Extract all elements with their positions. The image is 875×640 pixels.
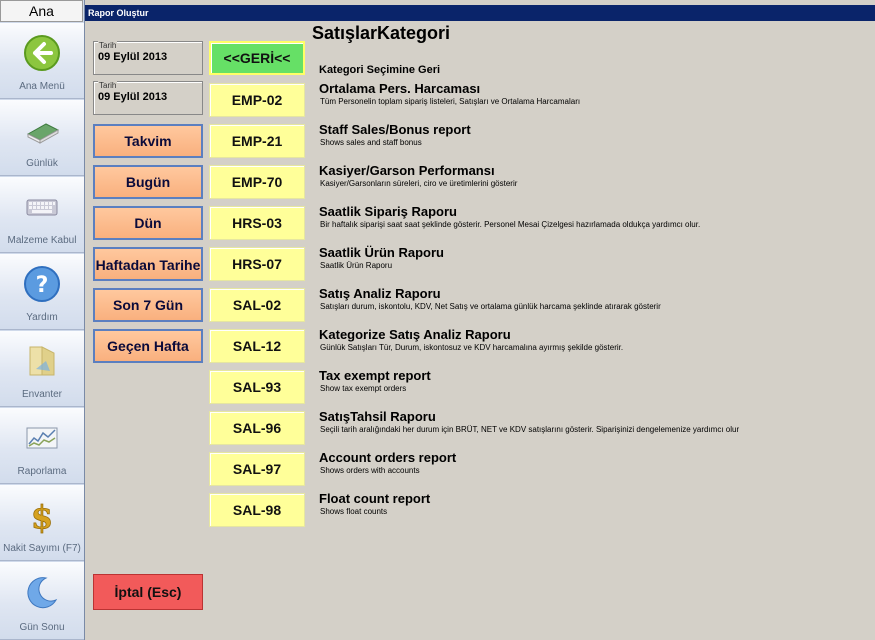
- report-button-sal-98[interactable]: SAL-98: [209, 493, 305, 527]
- help-icon: ?: [24, 266, 60, 302]
- nav-label: Yardım: [26, 312, 58, 323]
- report-title: Float count report: [319, 491, 431, 506]
- back-arrow-icon: [24, 35, 60, 71]
- report-button-sal-02[interactable]: SAL-02: [209, 288, 305, 322]
- end-date-field[interactable]: Tarih 09 Eylül 2013: [93, 81, 203, 115]
- report-description: Günlük Satışları Tür, Durum, iskontosuz …: [320, 343, 624, 352]
- report-button-hrs-03[interactable]: HRS-03: [209, 206, 305, 240]
- nav-help-button[interactable]: ? Yardım: [0, 254, 84, 330]
- report-description: Seçili tarih aralığındaki her durum için…: [320, 425, 740, 434]
- week-to-date-button[interactable]: Haftadan Tarihe: [93, 247, 203, 281]
- window-title: Rapor Oluştur: [85, 5, 875, 21]
- book-icon: [26, 123, 60, 144]
- report-description: Shows float counts: [320, 507, 388, 516]
- report-title: SatışTahsil Raporu: [319, 409, 436, 424]
- nav-label: Ana Menü: [19, 81, 65, 92]
- yesterday-button[interactable]: Dün: [93, 206, 203, 240]
- end-date-label: Tarih: [98, 81, 118, 90]
- nav-label: Malzeme Kabul: [7, 235, 77, 246]
- nav-reporting-button[interactable]: Raporlama: [0, 408, 84, 484]
- folder-icon: [29, 346, 55, 376]
- end-date-value: 09 Eylül 2013: [98, 91, 168, 103]
- page-title: SatışlarKategori: [312, 23, 451, 43]
- report-button-sal-93[interactable]: SAL-93: [209, 370, 305, 404]
- nav-cash-count-button[interactable]: $ Nakit Sayımı (F7): [0, 485, 84, 561]
- report-button-emp-02[interactable]: EMP-02: [209, 83, 305, 117]
- report-title: Account orders report: [319, 450, 457, 465]
- start-date-field[interactable]: Tarih 09 Eylül 2013: [93, 41, 203, 75]
- last-7-days-button[interactable]: Son 7 Gün: [93, 288, 203, 322]
- nav-daily-button[interactable]: Günlük: [0, 100, 84, 176]
- nav-inventory-button[interactable]: Envanter: [0, 331, 84, 407]
- left-navigation: Ana Ana Menü Günlük Malzeme Kabul ? Yard…: [0, 0, 85, 640]
- report-button-sal-96[interactable]: SAL-96: [209, 411, 305, 445]
- report-description: Show tax exempt orders: [320, 384, 407, 393]
- report-button-sal-12[interactable]: SAL-12: [209, 329, 305, 363]
- report-title: Kasiyer/Garson Performansı: [319, 163, 495, 178]
- report-title: Kategorize Satış Analiz Raporu: [319, 327, 511, 342]
- report-description: Satışları durum, iskontolu, KDV, Net Sat…: [320, 302, 661, 311]
- report-title: Staff Sales/Bonus report: [319, 122, 471, 137]
- report-description: Tüm Personelin toplam sipariş listeleri,…: [320, 97, 581, 106]
- report-title: Saatlik Sipariş Raporu: [319, 204, 457, 219]
- nav-title: Ana: [0, 0, 83, 22]
- last-week-button[interactable]: Geçen Hafta: [93, 329, 203, 363]
- report-button-sal-97[interactable]: SAL-97: [209, 452, 305, 486]
- report-description: Kasiyer/Garsonların süreleri, ciro ve ür…: [320, 179, 518, 188]
- nav-goods-receipt-button[interactable]: Malzeme Kabul: [0, 177, 84, 253]
- report-button-hrs-07[interactable]: HRS-07: [209, 247, 305, 281]
- cancel-button[interactable]: İptal (Esc): [93, 574, 203, 610]
- dollar-icon: $: [30, 498, 53, 535]
- today-button[interactable]: Bugün: [93, 165, 203, 199]
- nav-label: Envanter: [21, 389, 63, 400]
- report-button-emp-70[interactable]: EMP-70: [209, 165, 305, 199]
- back-to-category-label: Kategori Seçimine Geri: [319, 64, 441, 76]
- report-title: Ortalama Pers. Harcaması: [319, 81, 481, 96]
- report-window: Rapor Oluştur Tarih 09 Eylül 2013 Tarih …: [85, 5, 875, 640]
- report-button-emp-21[interactable]: EMP-21: [209, 124, 305, 158]
- nav-label: Günlük: [26, 158, 58, 169]
- nav-label: Raporlama: [17, 466, 67, 477]
- back-button[interactable]: <<GERİ<<: [209, 41, 305, 75]
- report-title: Tax exempt report: [319, 368, 431, 383]
- report-description: Shows sales and staff bonus: [320, 138, 422, 147]
- svg-text:?: ?: [36, 273, 49, 298]
- nav-end-of-day-button[interactable]: Gün Sonu: [0, 562, 84, 640]
- chart-icon: [26, 427, 58, 449]
- start-date-value: 09 Eylül 2013: [98, 51, 168, 63]
- report-description: Shows orders with accounts: [320, 466, 420, 475]
- report-title: Saatlik Ürün Raporu: [319, 245, 444, 260]
- nav-label: Gün Sonu: [19, 622, 65, 633]
- keyboard-icon: [26, 199, 58, 216]
- nav-main-menu-button[interactable]: Ana Menü: [0, 23, 84, 99]
- report-description: Saatlik Ürün Raporu: [320, 261, 393, 270]
- svg-text:$: $: [31, 498, 53, 535]
- report-title: Satış Analiz Raporu: [319, 286, 441, 301]
- start-date-label: Tarih: [98, 41, 118, 50]
- moon-icon: [27, 577, 58, 609]
- report-description: Bir haftalık siparişi saat saat şeklinde…: [320, 220, 701, 229]
- nav-label: Nakit Sayımı (F7): [3, 543, 81, 554]
- calendar-button[interactable]: Takvim: [93, 124, 203, 158]
